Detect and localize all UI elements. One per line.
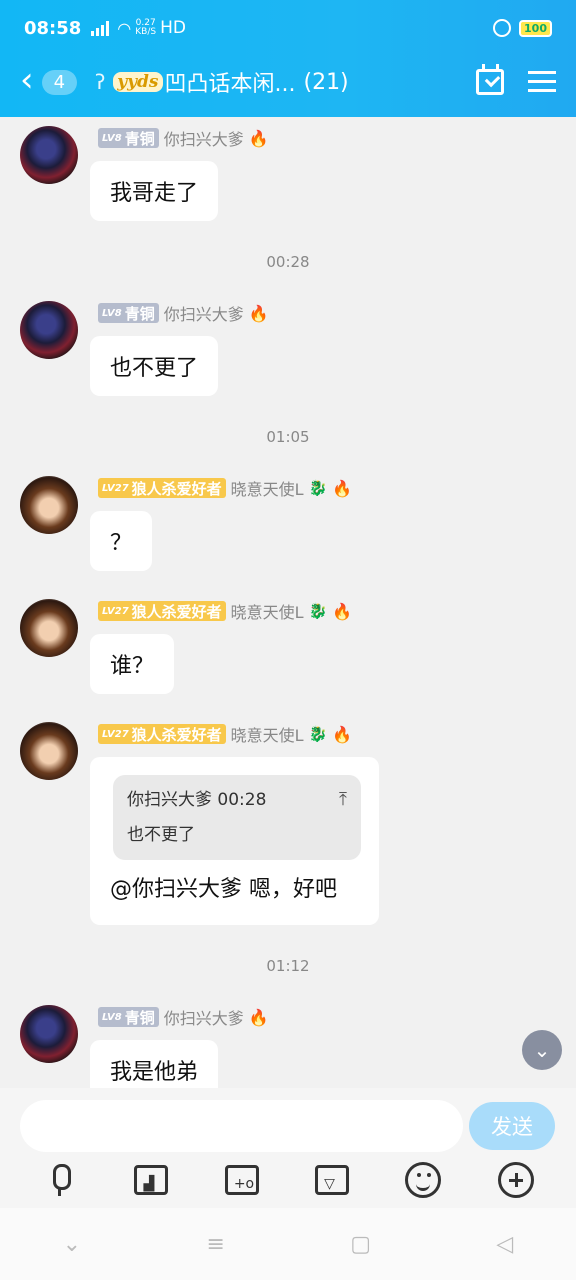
nav-home-icon[interactable]: ▢ — [350, 1232, 371, 1257]
hd-label: HD — [160, 18, 186, 38]
tool-row: ▟ +o ▽ — [0, 1162, 576, 1202]
message-bubble[interactable]: 我哥走了 — [90, 161, 219, 221]
app-header: 08:58 ◠ 0.27 KB/S HD 100 ‹ 4 ʔ yyds 凹凸话本闲… — [0, 0, 576, 117]
message-text: 也不更了 — [110, 356, 199, 381]
sender-name: 晓意天使L — [230, 726, 304, 745]
sender-meta: LV27 狼人杀爱好者 晓意天使L 🐉 🔥 — [98, 722, 352, 746]
send-button[interactable]: 发送 — [469, 1102, 555, 1150]
scroll-down-icon[interactable]: ⌄ — [522, 1030, 562, 1070]
emoji-icon[interactable] — [405, 1162, 442, 1198]
menu-icon[interactable] — [528, 71, 556, 93]
quoted-message[interactable]: 你扫兴大爹 00:28 也不更了 ⤒ — [113, 775, 361, 860]
level-badge: LV8 青铜 — [98, 1007, 159, 1027]
fire-icon: 🔥 — [248, 1007, 269, 1027]
message-text: @你扫兴大爹 嗯，好吧 — [110, 877, 337, 902]
nav-menu-icon[interactable]: ≡ — [206, 1232, 224, 1257]
sender-meta: LV8 青铜 你扫兴大爹 🔥 — [98, 1005, 269, 1029]
image-icon[interactable]: ▟ — [134, 1165, 169, 1195]
plus-icon[interactable] — [497, 1162, 534, 1198]
fire-icon: 🔥 — [332, 478, 353, 498]
quote-header: 你扫兴大爹 00:28 — [127, 790, 267, 810]
group-logo: yyds — [113, 72, 163, 92]
status-time: 08:58 — [24, 17, 82, 39]
sender-name: 你扫兴大爹 — [163, 305, 244, 324]
signal-icon — [91, 20, 110, 36]
file-icon[interactable]: ▽ — [315, 1165, 350, 1195]
input-bar: 发送 ▟ +o ▽ — [0, 1088, 576, 1208]
sender-meta: LV8 青铜 你扫兴大爹 🔥 — [98, 126, 269, 150]
dragon-icon: 🐉 — [308, 479, 328, 497]
title-bar: ‹ 4 ʔ yyds 凹凸话本闲... (21) — [0, 56, 576, 108]
earpiece-icon: ʔ — [95, 70, 106, 94]
timestamp: 00:28 — [266, 253, 310, 271]
net-speed: 0.27 KB/S — [135, 18, 157, 37]
message-bubble[interactable]: 也不更了 — [90, 336, 219, 396]
calendar-check-icon[interactable] — [476, 64, 504, 95]
sender-name: 你扫兴大爹 — [163, 130, 244, 149]
sender-meta: LV27 狼人杀爱好者 晓意天使L 🐉 🔥 — [98, 476, 352, 500]
unread-badge[interactable]: 4 — [41, 69, 78, 95]
system-nav-bar: ⌄ ≡ ▢ ◁ — [0, 1208, 576, 1280]
mic-icon[interactable] — [42, 1162, 78, 1198]
sender-name: 晓意天使L — [230, 603, 304, 622]
message-list[interactable]: LV8 青铜 你扫兴大爹 🔥 我哥走了 00:28 LV8 青铜 你扫兴大爹 🔥 也… — [0, 117, 576, 1088]
message-text: ？ — [110, 531, 133, 556]
message-text: 我是他弟 — [110, 1060, 199, 1085]
nav-back-icon[interactable]: ◁ — [496, 1232, 513, 1257]
avatar[interactable] — [20, 301, 78, 359]
status-bar: 08:58 ◠ 0.27 KB/S HD 100 — [0, 0, 576, 56]
message-bubble[interactable]: 我是他弟 — [90, 1040, 219, 1088]
message-bubble[interactable]: 谁？ — [90, 634, 175, 694]
fire-icon: 🔥 — [248, 303, 269, 323]
timestamp: 01:12 — [266, 957, 310, 975]
fire-icon: 🔥 — [332, 724, 353, 744]
chat-title[interactable]: 凹凸话本闲... — [165, 66, 296, 98]
avatar[interactable] — [20, 599, 78, 657]
battery-icon: 100 — [519, 19, 552, 37]
level-badge: LV8 青铜 — [98, 128, 159, 148]
message-text: 我哥走了 — [110, 181, 199, 206]
avatar[interactable] — [20, 126, 78, 184]
avatar[interactable] — [20, 1005, 78, 1063]
member-count: (21) — [303, 69, 349, 95]
fire-icon: 🔥 — [248, 128, 269, 148]
message-bubble[interactable]: ？ — [90, 511, 153, 571]
level-badge: LV8 青铜 — [98, 303, 159, 323]
dragon-icon: 🐉 — [308, 602, 328, 620]
fire-icon: 🔥 — [332, 601, 353, 621]
avatar[interactable] — [20, 476, 78, 534]
sender-meta: LV8 青铜 你扫兴大爹 🔥 — [98, 301, 269, 325]
sender-name: 晓意天使L — [230, 480, 304, 499]
avatar[interactable] — [20, 722, 78, 780]
jump-to-quote-icon[interactable]: ⤒ — [339, 789, 347, 810]
nav-collapse-icon[interactable]: ⌄ — [63, 1232, 81, 1257]
quote-text: 也不更了 — [127, 825, 195, 845]
camera-icon[interactable]: +o — [224, 1165, 259, 1195]
message-text: 谁？ — [110, 654, 155, 679]
wifi-icon: ◠ — [117, 18, 132, 38]
dragon-icon: 🐉 — [308, 725, 328, 743]
level-badge: LV27 狼人杀爱好者 — [98, 601, 226, 621]
eye-care-icon — [493, 19, 512, 37]
back-icon[interactable]: ‹ — [20, 63, 34, 97]
message-input[interactable] — [20, 1100, 463, 1152]
timestamp: 01:05 — [266, 428, 310, 446]
sender-meta: LV27 狼人杀爱好者 晓意天使L 🐉 🔥 — [98, 599, 352, 623]
sender-name: 你扫兴大爹 — [163, 1009, 244, 1028]
level-badge: LV27 狼人杀爱好者 — [98, 478, 226, 498]
level-badge: LV27 狼人杀爱好者 — [98, 724, 226, 744]
